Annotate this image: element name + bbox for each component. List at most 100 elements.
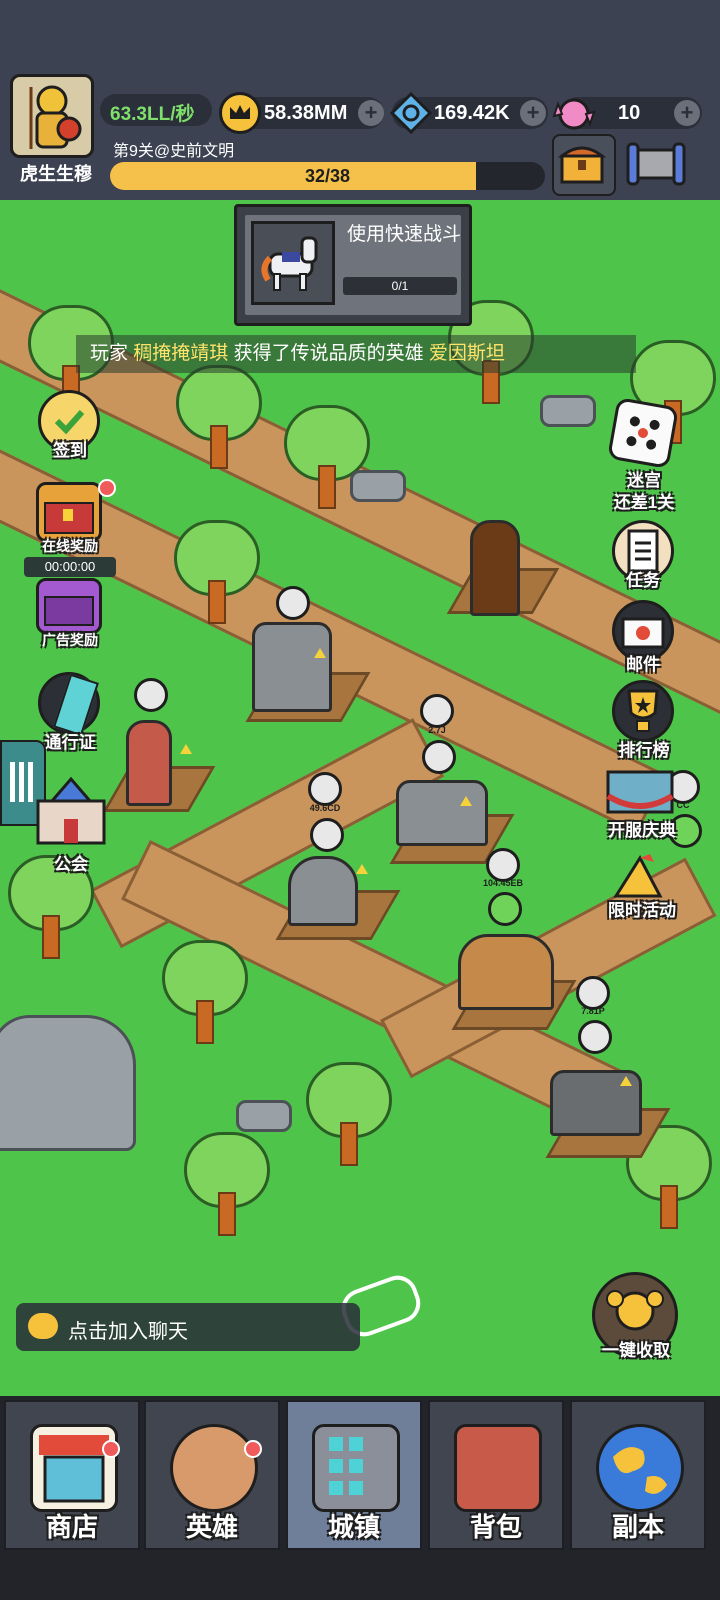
candy-icon: [552, 92, 596, 136]
add-candy-button[interactable]: +: [674, 100, 700, 126]
income-value: 63.3LL/秒: [110, 104, 195, 125]
maze-sublabel: 还差1关: [613, 493, 675, 512]
treasure-chest-button[interactable]: [552, 134, 616, 196]
pass-button[interactable]: [38, 672, 100, 737]
tab-bag-label: 背包: [469, 1512, 522, 1542]
building-output-label: 2.7J: [428, 725, 446, 735]
add-gem-button[interactable]: +: [520, 100, 546, 126]
map-scroll-icon: [606, 770, 674, 814]
bottom-nav: 商店 英雄 城镇 背包 副本: [0, 1396, 720, 1600]
hero-slot-icon[interactable]: [578, 1020, 612, 1054]
tab-bag[interactable]: 背包: [428, 1400, 564, 1550]
hero-slot-icon[interactable]: [134, 678, 168, 712]
stage-progress-text: 32/38: [304, 166, 351, 186]
upgrade-arrow-icon: [620, 1076, 632, 1086]
tab-shop-label: 商店: [45, 1512, 98, 1542]
announcement-ticker: 玩家 稠掩掩靖琪 获得了传说品质的英雄 爱因斯坦: [76, 335, 636, 373]
tab-shop[interactable]: 商店: [4, 1400, 140, 1550]
tab-town-label: 城镇: [327, 1512, 380, 1542]
building-output-label: 7.81P: [581, 1006, 605, 1016]
online-reward-timer: 00:00:00: [24, 557, 116, 577]
crown-level-icon: [576, 976, 610, 1010]
caveman-icon: [170, 1424, 258, 1512]
tab-dungeon[interactable]: 副本: [570, 1400, 706, 1550]
small-rock: [350, 470, 406, 502]
hero-slot-icon[interactable]: [276, 586, 310, 620]
online-reward-button[interactable]: [36, 482, 102, 542]
ticker-prefix: 玩家: [90, 343, 129, 364]
stage-label: 第9关@史前文明: [113, 143, 235, 160]
opening-event-label: 开服庆典: [608, 821, 676, 840]
warrior-portrait-icon: [29, 85, 82, 149]
chat-bar[interactable]: 点击加入聊天: [16, 1303, 360, 1351]
ad-reward-label: 广告奖励: [42, 632, 98, 648]
chat-placeholder: 点击加入聊天: [68, 1321, 188, 1343]
limited-event-button[interactable]: [610, 852, 676, 900]
player-avatar[interactable]: [10, 74, 94, 158]
building-output-label: 104.45EB: [482, 878, 524, 888]
tribal-hut[interactable]: [458, 934, 554, 1010]
notification-dot: [102, 1440, 120, 1458]
party-popper-icon: [613, 854, 663, 898]
tree-house[interactable]: [470, 520, 520, 616]
quest-panel[interactable]: 使用快速战斗 0/1: [234, 204, 472, 326]
crown-level-icon: [486, 848, 520, 882]
mail-label: 邮件: [626, 655, 660, 674]
big-rock: [0, 1015, 136, 1151]
gold-value: 58.38MM: [264, 102, 348, 124]
online-reward-label: 在线奖励: [42, 538, 98, 554]
small-rock: [236, 1100, 292, 1132]
building-output-label: 49.6CD: [309, 803, 341, 813]
diamond-gem-icon: [389, 91, 433, 135]
stone-houses[interactable]: [396, 780, 488, 846]
store-icon: [30, 1424, 118, 1512]
collect-all-label: 一键收取: [602, 1341, 670, 1360]
notification-dot: [244, 1440, 262, 1458]
quest-title: 使用快速战斗: [347, 224, 462, 245]
quest-progress: 0/1: [343, 277, 457, 295]
upgrade-arrow-icon: [314, 648, 326, 658]
candy-value: 10: [618, 102, 641, 124]
hero-slot-icon[interactable]: [422, 740, 456, 774]
scroll-map-button[interactable]: [624, 138, 688, 190]
globe-icon: [596, 1424, 684, 1512]
notification-dot: [98, 479, 116, 497]
horse-icon: [251, 221, 335, 305]
hero-slot-icon[interactable]: [310, 818, 344, 852]
ticker-player: 稠掩掩靖琪: [133, 343, 229, 364]
dice-icon: [626, 416, 660, 450]
trophy-icon: [627, 689, 659, 732]
buildings-icon: [312, 1424, 400, 1512]
signin-label: 签到: [53, 441, 87, 460]
add-gold-button[interactable]: +: [358, 100, 384, 126]
limited-event-label: 限时活动: [608, 901, 676, 920]
crown-coin-icon: [219, 92, 261, 134]
purple-chest-icon: [44, 596, 94, 626]
scroll-icon: [626, 142, 686, 186]
upgrade-arrow-icon: [356, 864, 368, 874]
maze-button[interactable]: [607, 397, 679, 469]
cave[interactable]: [288, 856, 358, 926]
crown-level-icon: [308, 772, 342, 806]
tab-town[interactable]: 城镇: [286, 1400, 422, 1550]
income-display: 63.3LL/秒: [100, 94, 212, 126]
add-hero-icon[interactable]: [488, 892, 522, 926]
player-name: 虎生生穆: [20, 164, 92, 184]
tower-hut[interactable]: [126, 720, 172, 806]
guild-button[interactable]: [28, 775, 114, 847]
ticker-middle: 获得了传说品质的英雄: [233, 343, 424, 364]
ad-reward-button[interactable]: [36, 578, 102, 634]
chest-icon: [44, 502, 94, 534]
ranking-label: 排行榜: [618, 741, 670, 760]
ranking-button[interactable]: [612, 680, 674, 742]
upgrade-arrow-icon: [180, 744, 192, 754]
treasure-chest-icon: [557, 146, 607, 184]
speech-bubble-icon: [28, 1313, 58, 1339]
opening-event-button[interactable]: [600, 766, 680, 818]
tasks-label: 任务: [626, 571, 660, 590]
stone-forge[interactable]: [252, 622, 332, 712]
castle-icon: [36, 776, 106, 845]
upgrade-arrow-icon: [460, 796, 472, 806]
guild-label: 公会: [54, 855, 88, 874]
tab-heroes[interactable]: 英雄: [144, 1400, 280, 1550]
